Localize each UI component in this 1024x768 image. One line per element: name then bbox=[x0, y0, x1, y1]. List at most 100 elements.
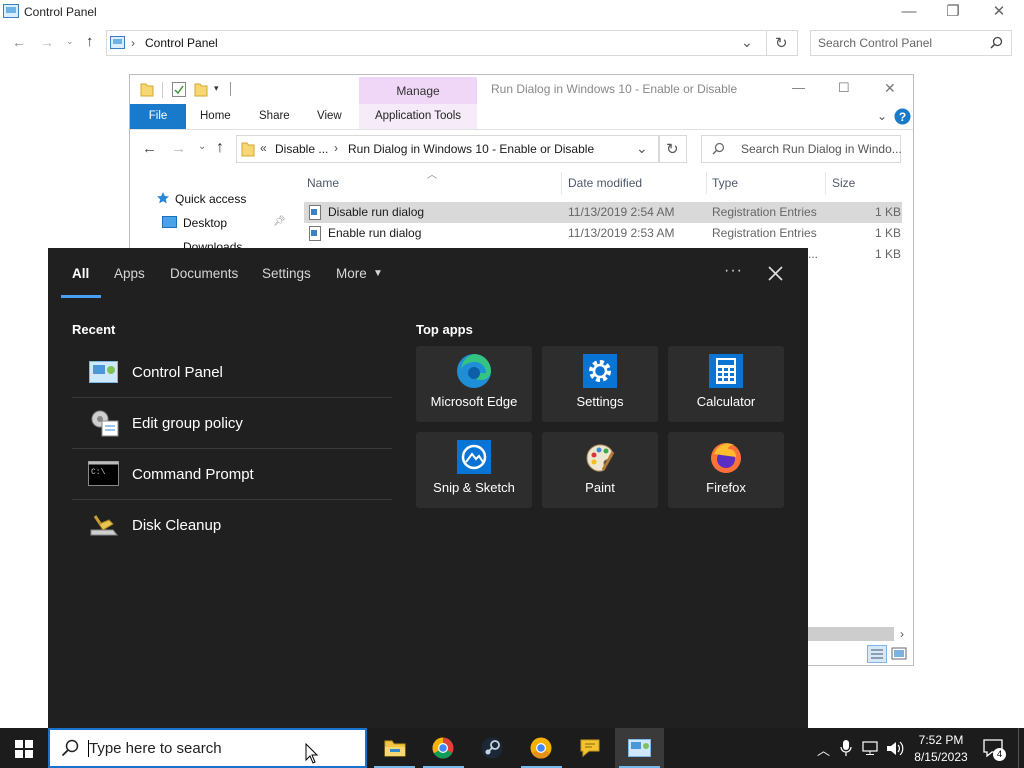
up-arrow-icon[interactable]: ↑ bbox=[216, 139, 224, 157]
chrome-canary-icon bbox=[530, 737, 552, 759]
disk-cleanup-icon bbox=[90, 515, 119, 536]
nav-desktop[interactable]: Desktop bbox=[183, 216, 227, 230]
tab-file[interactable]: File bbox=[130, 104, 186, 129]
file-size: 1 KB bbox=[875, 226, 902, 240]
more-options-icon[interactable]: ··· bbox=[724, 262, 743, 280]
command-prompt-icon: C:\ bbox=[88, 461, 119, 486]
partial-type: ... bbox=[808, 247, 819, 261]
properties-icon[interactable] bbox=[172, 82, 186, 97]
chevron-down-icon[interactable]: ⌄ bbox=[741, 34, 753, 51]
column-divider[interactable] bbox=[561, 172, 562, 194]
minimize-button[interactable]: — bbox=[792, 80, 805, 95]
microphone-icon[interactable] bbox=[840, 739, 852, 757]
column-header-size[interactable]: Size bbox=[832, 176, 855, 190]
close-button[interactable]: ✕ bbox=[984, 2, 1014, 22]
back-arrow-icon[interactable]: ← bbox=[142, 140, 157, 157]
horizontal-scrollbar[interactable] bbox=[808, 627, 894, 641]
scroll-right-arrow[interactable]: › bbox=[900, 627, 904, 641]
taskbar-feedback[interactable] bbox=[566, 728, 615, 768]
search-placeholder: Search Control Panel bbox=[818, 36, 933, 50]
tab-settings[interactable]: Settings bbox=[262, 266, 311, 281]
column-divider[interactable] bbox=[706, 172, 707, 194]
tab-apps[interactable]: Apps bbox=[114, 266, 145, 281]
active-tab-indicator bbox=[61, 295, 101, 298]
chevron-right-icon: › bbox=[334, 141, 338, 155]
column-header-date[interactable]: Date modified bbox=[568, 176, 642, 190]
recent-locations-icon[interactable]: ⌄ bbox=[198, 141, 206, 152]
details-view-icon[interactable] bbox=[867, 645, 887, 663]
breadcrumb-current[interactable]: Run Dialog in Windows 10 - Enable or Dis… bbox=[348, 142, 594, 156]
expand-ribbon-icon[interactable]: ⌄ bbox=[877, 109, 887, 123]
column-divider[interactable] bbox=[825, 172, 826, 194]
taskbar-chrome-canary[interactable] bbox=[517, 728, 566, 768]
control-panel-icon bbox=[3, 4, 19, 18]
file-type: Registration Entries bbox=[712, 226, 817, 240]
tab-share[interactable]: Share bbox=[259, 104, 290, 129]
app-tile-label: Settings bbox=[576, 394, 624, 409]
customize-toolbar-icon[interactable]: ▾ bbox=[214, 83, 219, 94]
star-icon bbox=[157, 192, 169, 204]
nav-quick-access[interactable]: Quick access bbox=[175, 192, 246, 206]
close-button[interactable]: ✕ bbox=[884, 80, 896, 97]
show-desktop-button[interactable] bbox=[1018, 728, 1019, 768]
maximize-button[interactable]: ❐ bbox=[938, 2, 968, 22]
new-folder-icon[interactable] bbox=[194, 81, 208, 97]
clock-time[interactable]: 7:52 PM bbox=[917, 733, 965, 747]
registry-file-icon bbox=[309, 226, 321, 241]
large-icons-view-icon[interactable] bbox=[891, 646, 907, 661]
taskbar-file-explorer[interactable] bbox=[370, 728, 419, 768]
recent-item[interactable] bbox=[72, 347, 392, 397]
refresh-icon[interactable]: ↻ bbox=[775, 34, 788, 52]
close-icon[interactable] bbox=[768, 266, 783, 281]
paint-palette-icon bbox=[586, 444, 615, 472]
feedback-icon bbox=[580, 739, 600, 758]
control-panel-icon bbox=[110, 36, 125, 49]
tab-home[interactable]: Home bbox=[200, 104, 231, 129]
chrome-icon bbox=[432, 737, 454, 759]
registry-file-icon bbox=[309, 205, 321, 220]
breadcrumb-item[interactable]: Disable ... bbox=[275, 142, 328, 156]
help-icon[interactable]: ? bbox=[894, 108, 911, 125]
recent-item[interactable] bbox=[72, 500, 392, 550]
file-explorer-icon bbox=[384, 740, 406, 757]
clock-date[interactable]: 8/15/2023 bbox=[911, 750, 971, 764]
chevron-right-icon: › bbox=[131, 36, 135, 50]
minimize-button[interactable]: — bbox=[894, 2, 924, 22]
chevron-down-icon[interactable]: ⌄ bbox=[636, 140, 648, 157]
recent-locations-icon[interactable]: ⌄ bbox=[66, 36, 74, 47]
column-header-type[interactable]: Type bbox=[712, 176, 738, 190]
tab-documents[interactable]: Documents bbox=[170, 266, 238, 281]
tab-view[interactable]: View bbox=[317, 104, 342, 129]
microsoft-edge-icon bbox=[457, 354, 491, 388]
overflow-chevrons-icon[interactable]: « bbox=[260, 141, 267, 155]
app-tile-label: Firefox bbox=[706, 480, 746, 495]
file-name: Enable run dialog bbox=[328, 226, 422, 240]
tab-more[interactable]: More bbox=[336, 266, 367, 281]
maximize-button[interactable]: ☐ bbox=[838, 80, 850, 96]
snip-sketch-icon bbox=[457, 440, 491, 474]
taskbar-chrome[interactable] bbox=[419, 728, 468, 768]
volume-icon[interactable] bbox=[886, 740, 904, 757]
pin-icon[interactable]: 📌︎ bbox=[273, 216, 286, 227]
taskbar-steam[interactable] bbox=[468, 728, 517, 768]
tab-application-tools[interactable]: Application Tools bbox=[359, 104, 477, 129]
mouse-cursor-icon bbox=[305, 743, 319, 764]
show-hidden-icons-chevron[interactable]: ︿ bbox=[817, 740, 830, 759]
column-header-name[interactable]: Name bbox=[307, 176, 339, 190]
svg-text:?: ? bbox=[899, 110, 906, 124]
file-name: Disable run dialog bbox=[328, 205, 425, 219]
group-policy-icon bbox=[91, 410, 119, 437]
back-arrow-icon[interactable]: ← bbox=[12, 34, 26, 50]
file-size: 1 KB bbox=[875, 247, 902, 261]
chevron-down-icon[interactable]: ▼ bbox=[373, 268, 383, 279]
forward-arrow-icon[interactable]: → bbox=[171, 140, 186, 157]
recent-item-label: Command Prompt bbox=[132, 466, 254, 483]
forward-arrow-icon[interactable]: → bbox=[40, 34, 54, 50]
tab-all[interactable]: All bbox=[72, 266, 89, 281]
taskbar-control-panel[interactable] bbox=[615, 728, 664, 768]
file-date: 11/13/2019 2:53 AM bbox=[568, 226, 675, 240]
windows-start-icon[interactable] bbox=[15, 740, 33, 758]
network-icon[interactable] bbox=[862, 741, 880, 756]
up-arrow-icon[interactable]: ↑ bbox=[86, 33, 94, 50]
recent-heading: Recent bbox=[72, 322, 116, 337]
